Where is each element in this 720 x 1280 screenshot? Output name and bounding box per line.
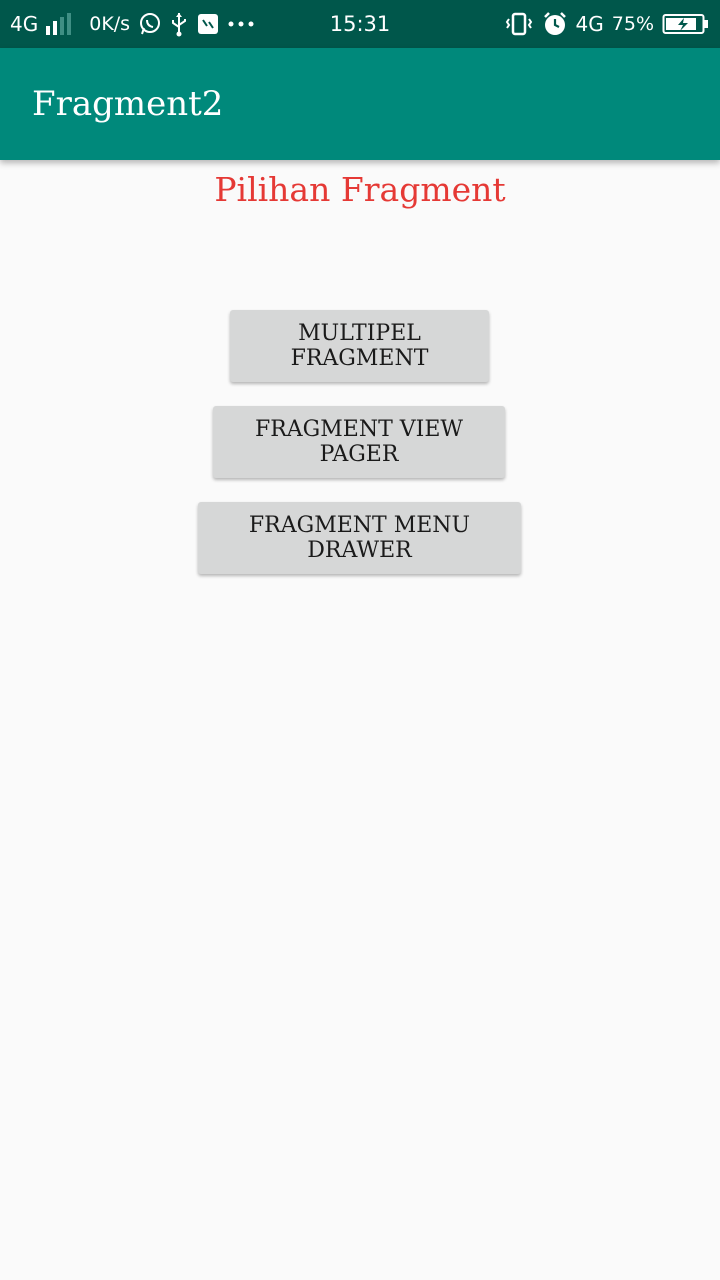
network-type-left: 4G bbox=[10, 12, 39, 36]
app-bar: Fragment2 bbox=[0, 48, 720, 160]
clock: 15:31 bbox=[329, 12, 391, 36]
usb-icon bbox=[172, 13, 187, 37]
network-speed: 0K/s bbox=[89, 13, 131, 35]
page-heading: Pilihan Fragment bbox=[214, 170, 506, 209]
network-type-right: 4G bbox=[575, 12, 604, 36]
alarm-icon bbox=[543, 12, 566, 35]
fragment-menu-drawer-button[interactable]: FRAGMENT MENU DRAWER bbox=[198, 502, 521, 574]
more-dots-icon bbox=[228, 21, 254, 27]
status-bar-left: 4G 0K/s bbox=[10, 0, 254, 48]
battery-charging-icon bbox=[662, 14, 708, 34]
vibrate-icon bbox=[505, 12, 532, 36]
battery-percent: 75% bbox=[611, 13, 654, 35]
status-bar-right: 4G 75% bbox=[504, 0, 710, 48]
fragment-view-pager-button[interactable]: FRAGMENT VIEW PAGER bbox=[213, 406, 505, 478]
multipel-fragment-button[interactable]: MULTIPEL FRAGMENT bbox=[230, 310, 489, 382]
whatsapp-icon bbox=[140, 13, 161, 35]
main-content: Pilihan Fragment MULTIPEL FRAGMENT FRAGM… bbox=[0, 160, 720, 1280]
app-title: Fragment2 bbox=[32, 84, 224, 124]
signal-icon bbox=[46, 13, 72, 35]
app-notification-icon bbox=[198, 14, 219, 34]
status-bar: 4G 0K/s 15:31 4G 75% bbox=[0, 0, 720, 48]
